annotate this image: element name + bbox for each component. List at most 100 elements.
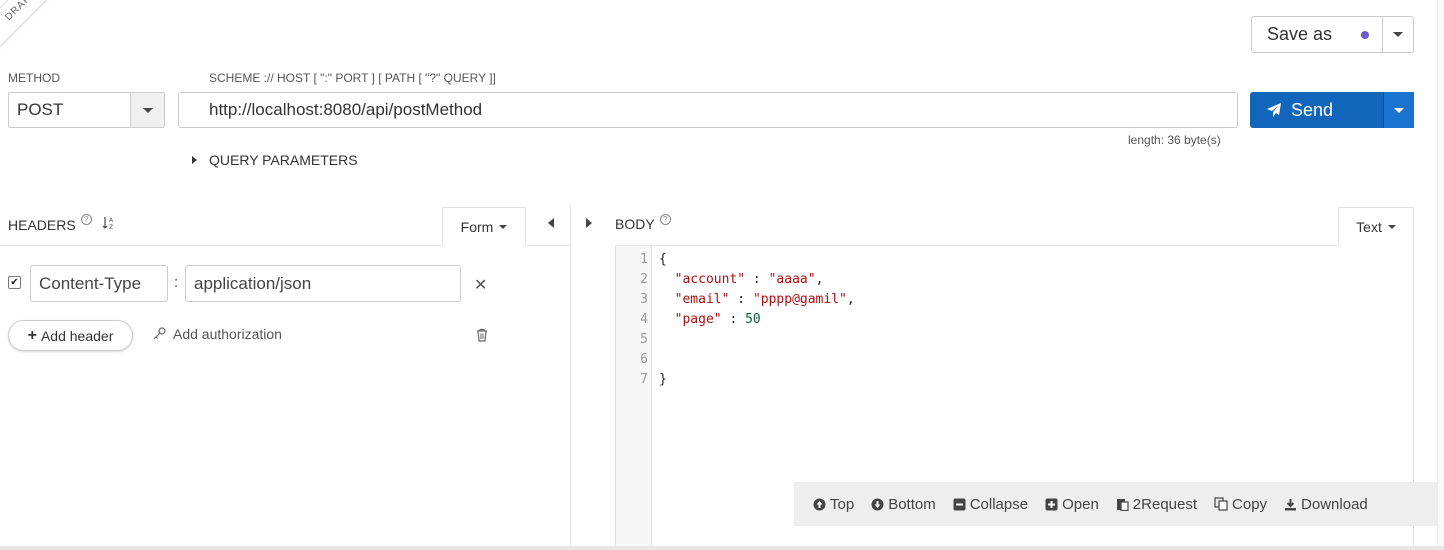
minus-square-icon — [953, 498, 966, 510]
code-token: : — [729, 292, 753, 307]
headers-mode-dropdown[interactable]: Form — [442, 207, 526, 246]
code-line: } — [659, 372, 667, 387]
header-name-input[interactable]: Content-Type — [30, 265, 168, 302]
code-token: } — [659, 372, 667, 387]
query-parameters-label: QUERY PARAMETERS — [209, 152, 358, 168]
code-token: "page" — [674, 312, 722, 327]
code-line: "account" : "aaaa", — [659, 272, 824, 287]
header-value-input[interactable]: application/json — [185, 265, 461, 302]
code-token: , — [815, 272, 824, 287]
arrow-down-circle-icon — [871, 498, 884, 510]
chevron-down-icon — [1393, 32, 1403, 37]
caret-right-icon — [192, 156, 197, 164]
code-token: "email" — [674, 292, 730, 307]
header-enabled-checkbox[interactable]: ✔ — [8, 276, 21, 289]
arrow-up-circle-icon — [813, 498, 826, 510]
trash-icon[interactable] — [476, 328, 488, 345]
open-label: Open — [1062, 495, 1099, 513]
url-length: length: 36 byte(s) — [1128, 133, 1221, 147]
code-token: "account" — [674, 272, 746, 287]
method-select[interactable]: POST — [8, 92, 165, 128]
editor-toolbar: Top Bottom Collapse Open 2Request Copy D… — [794, 482, 1444, 526]
send-button[interactable]: Send — [1250, 92, 1383, 128]
line-number: 7 — [640, 372, 648, 387]
add-header-button[interactable]: + Add header — [8, 320, 133, 351]
body-mode-label: Text — [1356, 218, 1382, 235]
send-dropdown-toggle[interactable] — [1383, 92, 1414, 128]
download-icon — [1285, 498, 1297, 510]
bottom-bar — [0, 546, 1444, 550]
send-label: Send — [1291, 99, 1334, 120]
add-header-label: Add header — [40, 327, 114, 344]
headers-mode-label: Form — [460, 218, 494, 235]
line-number: 2 — [640, 272, 648, 287]
code-token: "pppp@gamil" — [752, 292, 847, 307]
query-parameters-toggle[interactable]: QUERY PARAMETERS — [192, 152, 358, 168]
download-label: Download — [1301, 495, 1368, 513]
plus-square-icon — [1045, 498, 1058, 510]
method-label: METHOD — [8, 71, 60, 85]
method-value: POST — [17, 100, 64, 119]
send-button-group: Send — [1250, 92, 1414, 128]
code-line: { — [659, 252, 667, 267]
open-button[interactable]: Open — [1045, 496, 1099, 513]
to-request-label: 2Request — [1132, 495, 1198, 513]
chevron-down-icon — [499, 224, 508, 229]
save-as-label: Save as — [1267, 24, 1333, 44]
code-token: { — [659, 252, 667, 267]
panel-splitter[interactable] — [570, 205, 571, 550]
download-button[interactable]: Download — [1284, 496, 1368, 513]
plus-icon: + — [27, 326, 37, 344]
code-token: : — [745, 272, 769, 287]
add-authorization-label: Add authorization — [173, 326, 282, 342]
body-mode-dropdown[interactable]: Text — [1338, 207, 1414, 246]
chevron-down-icon — [142, 107, 153, 113]
top-label: Top — [830, 495, 855, 513]
key-icon — [153, 327, 166, 340]
code-line: "email" : "pppp@gamil", — [659, 292, 855, 307]
line-number: 4 — [640, 312, 648, 327]
remove-header-icon[interactable]: ✕ — [474, 275, 487, 295]
collapse-label: Collapse — [969, 495, 1029, 513]
line-number: 1 — [640, 252, 648, 267]
paper-plane-icon — [1267, 103, 1281, 117]
url-input[interactable]: http://localhost:8080/api/postMethod — [178, 92, 1238, 128]
to-request-button[interactable]: 2Request — [1116, 496, 1197, 513]
expand-right-icon[interactable] — [586, 218, 592, 228]
bottom-button[interactable]: Bottom — [871, 496, 936, 513]
copy-label: Copy — [1232, 495, 1268, 513]
header-separator: : — [174, 274, 179, 291]
bottom-label: Bottom — [888, 495, 936, 513]
save-as-button[interactable]: Save as — [1252, 17, 1382, 52]
draft-ribbon: DRAFT — [0, 0, 70, 55]
chevron-down-icon — [1387, 224, 1396, 229]
body-title: BODY — [615, 216, 655, 232]
paste-icon — [1116, 499, 1129, 511]
unsaved-dot-icon — [1361, 30, 1369, 39]
line-number-gutter: 1 2 3 4 5 6 7 — [616, 246, 652, 550]
method-dropdown-toggle[interactable] — [130, 93, 164, 127]
collapse-button[interactable]: Collapse — [953, 496, 1028, 513]
svg-text:A: A — [109, 217, 114, 224]
code-token: 50 — [745, 312, 761, 327]
headers-title: HEADERS — [8, 216, 76, 233]
body-title-group: BODY ? — [615, 213, 671, 232]
page-scrollbar[interactable] — [1437, 0, 1444, 546]
copy-icon — [1214, 497, 1228, 511]
line-number: 5 — [640, 332, 648, 347]
copy-button[interactable]: Copy — [1214, 496, 1267, 513]
code-token: , — [846, 292, 855, 307]
help-icon[interactable]: ? — [80, 214, 92, 225]
add-authorization-link[interactable]: Add authorization — [153, 326, 282, 342]
code-token: "aaaa" — [768, 272, 816, 287]
help-icon[interactable]: ? — [659, 213, 671, 225]
line-number: 6 — [640, 352, 648, 367]
code-token: : — [721, 312, 746, 327]
top-button[interactable]: Top — [813, 496, 854, 513]
collapse-left-icon[interactable] — [548, 218, 554, 228]
sort-alpha-icon[interactable]: AZ — [102, 216, 116, 233]
save-as-dropdown-toggle[interactable] — [1382, 17, 1413, 52]
